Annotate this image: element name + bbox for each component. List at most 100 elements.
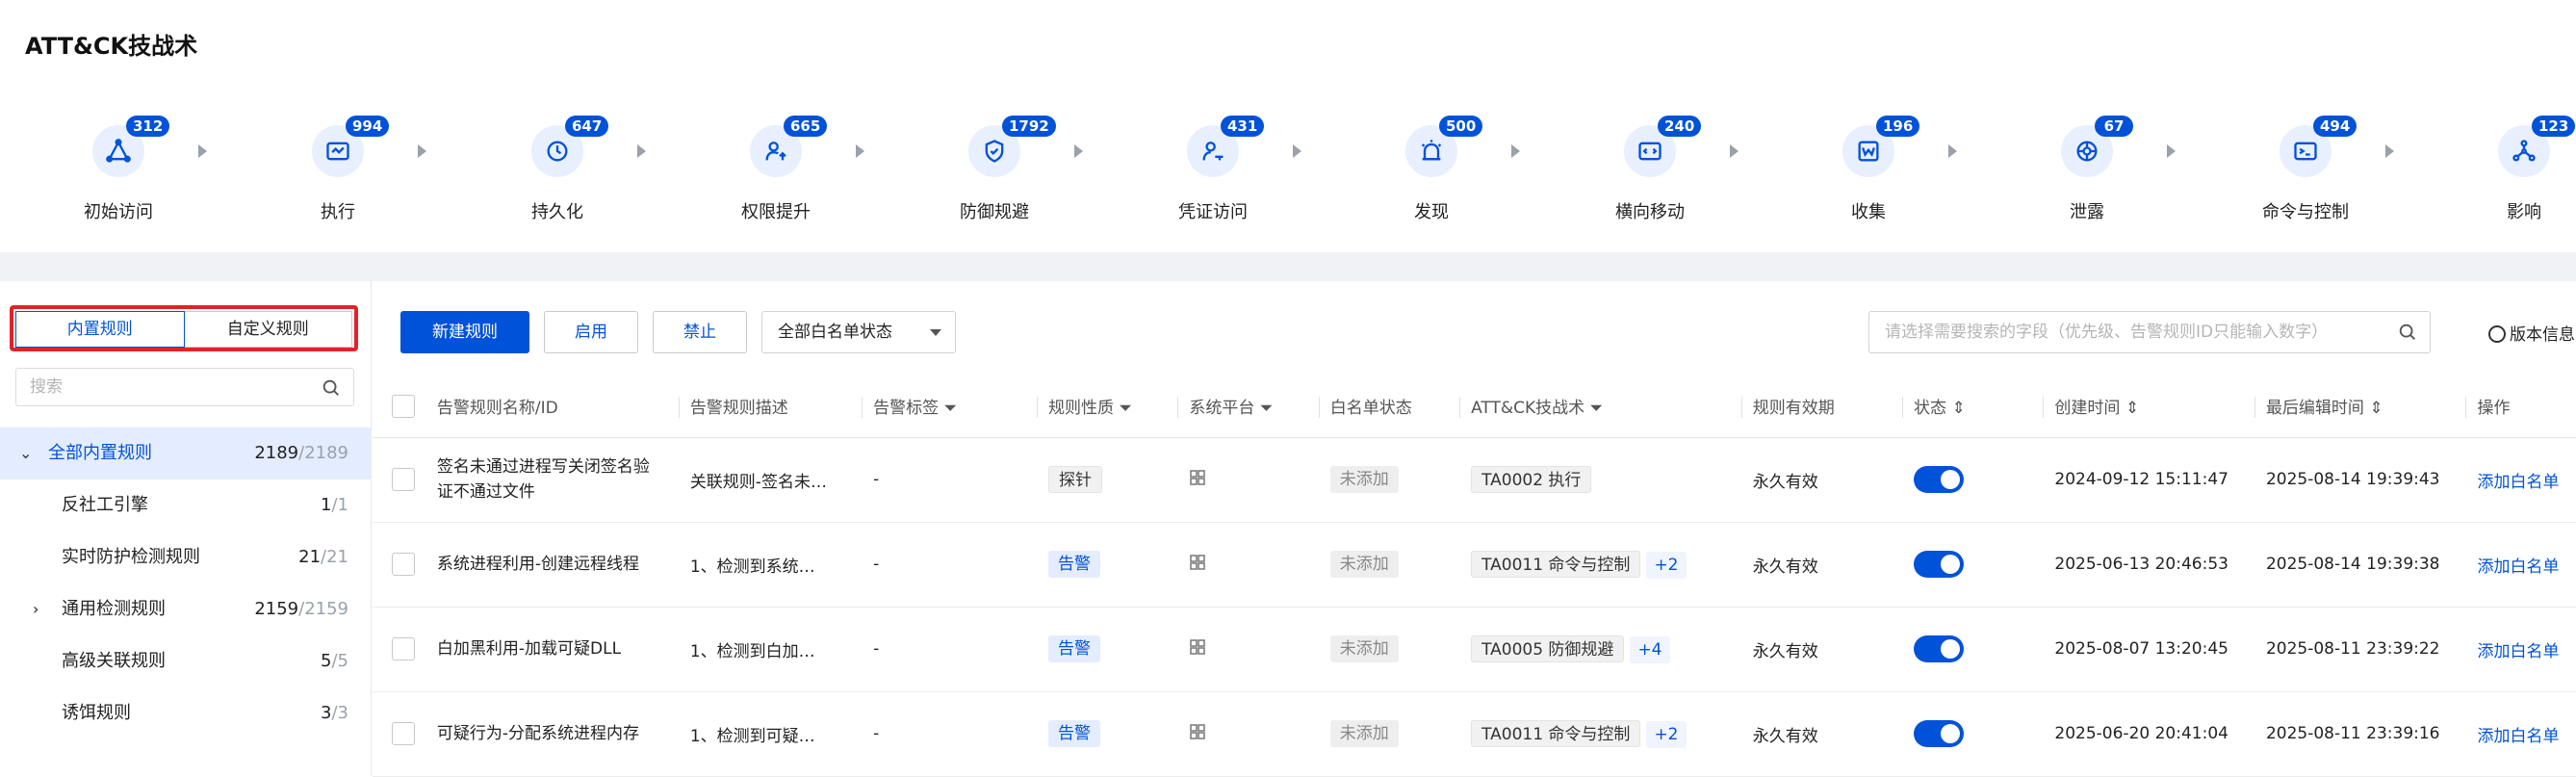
tactic-count-badge: 647 [565,116,609,137]
sort-icon[interactable]: ⇕ [2125,399,2139,418]
tactic-execution[interactable]: 994 执行 [266,106,426,231]
tactic-initial-access[interactable]: 312 初始访问 [46,106,207,231]
attck-more-tag[interactable]: +2 [1646,720,1687,748]
rule-search-input[interactable] [1869,312,2370,352]
status-toggle[interactable] [1914,466,1965,493]
tree-item-anti-social-engineering[interactable]: 反社工引擎 1/1 [0,479,372,531]
tactic-exfiltration[interactable]: 67 泄露 [2015,106,2176,231]
disable-button[interactable]: 禁止 [653,311,747,353]
whitelist-status-tag: 未添加 [1329,466,1399,493]
tree-item-realtime-protection[interactable]: 实时防护检测规则 21/21 [0,531,372,583]
tree-item-count: 2159/2159 [254,599,348,619]
attck-tag: TA0002 执行 [1471,466,1592,493]
sidebar-search-input[interactable] [16,369,305,405]
tree-item-label: 反社工引擎 [62,495,148,515]
col-edited[interactable]: 最后编辑时间 ⇕ [2254,376,2466,438]
status-toggle[interactable] [1914,635,1965,662]
tree-item-general-detection[interactable]: › 通用检测规则 2159/2159 [0,583,372,635]
tactic-credential-access[interactable]: 431 凭证访问 [1141,106,1301,231]
windows-icon [1190,469,1206,485]
arrow-right-icon [637,144,646,158]
rule-name[interactable]: 可疑行为-分配系统进程内存 [436,691,679,777]
attck-more-tag[interactable]: +4 [1630,635,1670,663]
filter-icon[interactable]: ⏷ [1260,399,1274,418]
filter-icon[interactable]: ⏷ [943,399,957,418]
table-row[interactable]: 系统进程利用-创建远程线程 1、检测到系统… - 告警 未添加 TA0011 命… [373,522,2576,608]
rule-nature-tag: 探针 [1047,466,1102,493]
search-icon[interactable] [2397,322,2418,343]
tactic-count-badge: 123 [2532,116,2576,137]
chevron-right-icon[interactable]: › [33,583,39,635]
arrow-right-icon [198,144,207,158]
row-checkbox[interactable] [392,468,415,491]
filter-icon[interactable]: ⏷ [1119,399,1132,418]
tactic-persistence[interactable]: 647 持久化 [485,106,646,231]
table-row[interactable]: 可疑行为-分配系统进程内存 1、检测到可疑… - 告警 未添加 TA0011 命… [373,691,2576,777]
arrow-right-icon [1730,144,1739,158]
windows-icon [1190,638,1206,655]
row-checkbox[interactable] [392,553,415,576]
rule-name[interactable]: 签名未通过进程写关闭签名验证不通过文件 [436,437,679,523]
tree-item-all-builtin[interactable]: ⌄ 全部内置规则 2189/2189 [0,427,372,479]
sort-icon[interactable]: ⇕ [2369,399,2383,418]
add-whitelist-link[interactable]: 添加白名单 [2477,473,2559,492]
attck-more-tag[interactable]: +2 [1646,551,1687,579]
col-tag[interactable]: 告警标签 ⏷ [862,376,1037,438]
table-row[interactable]: 白加黑利用-加载可疑DLL 1、检测到白加… - 告警 未添加 TA0005 防… [373,607,2576,692]
version-info-link[interactable]: 版本信息 [2488,321,2575,345]
tab-custom-rules[interactable]: 自定义规则 [184,311,352,348]
status-toggle[interactable] [1914,551,1965,578]
status-toggle[interactable] [1914,720,1965,747]
sort-icon[interactable]: ⇕ [1951,399,1965,418]
select-value: 全部白名单状态 [778,323,892,342]
rule-validity: 永久有效 [1740,691,1903,777]
table-row[interactable]: 签名未通过进程写关闭签名验证不通过文件 关联规则-签名未… - 探针 未添加 T… [373,437,2576,523]
col-attck[interactable]: ATT&CK技战术 ⏷ [1459,376,1741,438]
tactic-discovery[interactable]: 500 发现 [1359,106,1520,231]
row-checkbox[interactable] [392,722,415,745]
search-icon[interactable] [321,377,342,399]
tactic-defense-evasion[interactable]: 1792 防御规避 [922,106,1083,231]
rule-sidebar: 内置规则 自定义规则 ⌄ 全部内置规则 2189/2189 反社工引擎 1/1 … [0,281,372,776]
tactic-impact[interactable]: 123 影响 [2452,106,2576,231]
select-all-checkbox[interactable] [392,394,415,418]
col-platform[interactable]: 系统平台 ⏷ [1177,376,1319,438]
col-nature[interactable]: 规则性质 ⏷ [1036,376,1178,438]
tactic-label: 收集 [1851,202,1886,222]
col-status[interactable]: 状态 ⇕ [1902,376,2044,438]
add-whitelist-link[interactable]: 添加白名单 [2477,557,2559,577]
tree-item-advanced-correlation[interactable]: 高级关联规则 5/5 [0,635,372,687]
new-rule-button[interactable]: 新建规则 [400,311,529,353]
add-whitelist-link[interactable]: 添加白名单 [2477,727,2559,746]
whitelist-status-select[interactable]: 全部白名单状态 [761,311,956,353]
col-created[interactable]: 创建时间 ⇕ [2043,376,2254,438]
tactic-collection[interactable]: 196 收集 [1796,106,1957,231]
rule-name[interactable]: 系统进程利用-创建远程线程 [436,522,679,608]
col-name: 告警规则名称/ID [436,376,679,438]
col-action: 操作 [2465,376,2576,438]
tactic-label: 影响 [2507,202,2541,222]
tree-item-label: 诱饵规则 [62,703,131,723]
tab-builtin-rules[interactable]: 内置规则 [15,311,185,348]
tree-item-decoy-rules[interactable]: 诱饵规则 3/3 [0,687,372,739]
tactic-label: 防御规避 [960,202,1029,222]
edited-time: 2025-08-14 19:39:43 [2254,437,2466,523]
tactic-command-and-control[interactable]: 494 命令与控制 [2233,106,2394,231]
chevron-down-icon[interactable]: ⌄ [19,427,32,479]
rule-nature-tag: 告警 [1047,635,1100,662]
tactic-count-badge: 431 [1221,116,1265,137]
rule-tag: - [862,437,1037,523]
tactic-lateral-movement[interactable]: 240 横向移动 [1578,106,1739,231]
enable-button[interactable]: 启用 [544,311,638,353]
rule-search [1868,311,2431,353]
tactic-privilege-escalation[interactable]: 665 权限提升 [704,106,864,231]
clock-icon [2488,325,2506,343]
rule-name[interactable]: 白加黑利用-加载可疑DLL [436,607,679,692]
tree-item-count: 5/5 [321,651,348,671]
rule-table: 告警规则名称/ID 告警规则描述 告警标签 ⏷ 规则性质 ⏷ 系统平台 ⏷ 白名… [373,376,2576,777]
row-checkbox[interactable] [392,637,415,660]
add-whitelist-link[interactable]: 添加白名单 [2477,642,2559,661]
tree-item-count: 3/3 [321,703,348,723]
rule-desc: 1、检测到系统… [678,522,863,608]
filter-icon[interactable]: ⏷ [1590,399,1604,418]
